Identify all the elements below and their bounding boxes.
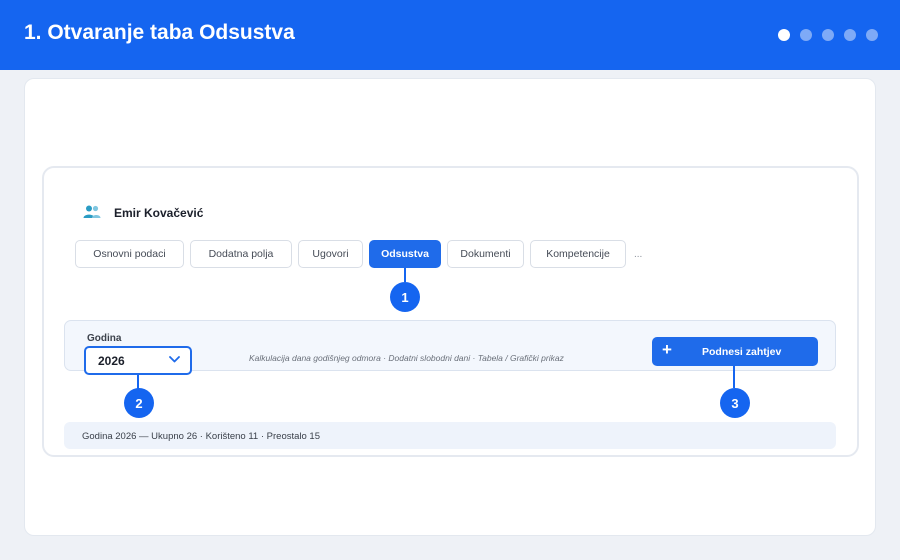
step-header: 1. Otvaranje taba Odsustva — [0, 0, 900, 70]
tab-kompetencije[interactable]: Kompetencije — [530, 240, 626, 268]
step-dot-2[interactable] — [800, 29, 812, 41]
year-summary-bar: Godina 2026 — Ukupno 26 · Korišteno 11 ·… — [64, 422, 836, 449]
step-marker-2: 2 — [124, 388, 154, 418]
marker-3-connector — [733, 366, 735, 388]
tab-ugovori[interactable]: Ugovori — [298, 240, 363, 268]
step-dot-1[interactable] — [778, 29, 790, 41]
step-dot-4[interactable] — [844, 29, 856, 41]
marker-2-connector — [137, 375, 139, 389]
tab-odsustva[interactable]: Odsustva — [369, 240, 441, 268]
tab-dokumenti[interactable]: Dokumenti — [447, 240, 524, 268]
plus-icon: + — [662, 340, 672, 359]
year-select-value: 2026 — [98, 354, 125, 368]
step-dot-5[interactable] — [866, 29, 878, 41]
marker-1-connector — [404, 268, 406, 282]
year-label: Godina — [87, 333, 122, 344]
submit-request-button[interactable]: + Podnesi zahtjev — [652, 337, 818, 366]
step-marker-3: 3 — [720, 388, 750, 418]
tab-features-hint: Kalkulacija dana godišnjeg odmora · Doda… — [249, 353, 564, 363]
year-summary-text: Godina 2026 — Ukupno 26 · Korišteno 11 ·… — [82, 431, 320, 442]
tabs-more-indicator[interactable]: ... — [634, 249, 642, 260]
tab-osnovni-podaci[interactable]: Osnovni podaci — [75, 240, 184, 268]
tab-dodatna-polja[interactable]: Dodatna polja — [190, 240, 292, 268]
year-select[interactable]: 2026 — [84, 346, 192, 375]
submit-request-label: Podnesi zahtjev — [702, 346, 782, 358]
step-dot-3[interactable] — [822, 29, 834, 41]
step-title: 1. Otvaranje taba Odsustva — [24, 21, 295, 44]
users-icon — [83, 205, 101, 218]
step-marker-1: 1 — [390, 282, 420, 312]
chevron-down-icon — [169, 356, 180, 363]
step-dots — [778, 29, 878, 41]
employee-name: Emir Kovačević — [114, 206, 204, 220]
